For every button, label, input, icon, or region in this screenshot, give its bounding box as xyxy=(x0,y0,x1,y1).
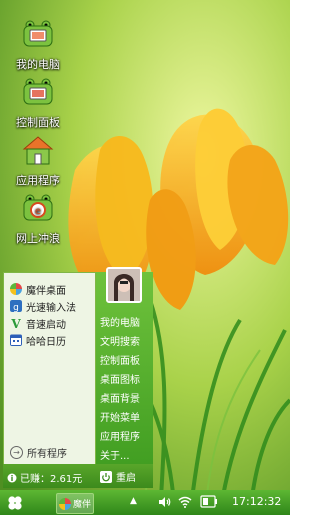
svg-text:g: g xyxy=(13,303,19,312)
svg-text:e: e xyxy=(35,206,41,217)
power-icon xyxy=(100,470,112,483)
menu-item-desktop-background[interactable]: 桌面背景 xyxy=(100,390,140,405)
start-menu-app-label: 哈哈日历 xyxy=(26,336,66,348)
start-menu-app-label: 光速输入法 xyxy=(26,302,76,314)
svg-text:V: V xyxy=(10,317,21,329)
start-menu-app-label: 音速启动 xyxy=(26,319,66,331)
frog-browser-icon: e xyxy=(23,194,53,221)
wifi-icon[interactable] xyxy=(178,496,192,508)
start-menu-app-item[interactable]: 哈哈日历 xyxy=(10,332,66,348)
start-menu-app-pane: 魔伴桌面 g 光速输入法 V 音速启动 哈哈日历 → 所有程序 xyxy=(3,272,96,488)
restart-button[interactable]: 重启 xyxy=(100,469,136,484)
menu-item-start-menu[interactable]: 开始菜单 xyxy=(100,409,140,424)
frog-house-icon xyxy=(22,136,54,165)
taskbar-app-label: 魔伴 xyxy=(73,500,92,510)
menu-item-search[interactable]: 文明搜索 xyxy=(100,333,140,348)
avatar-photo-icon xyxy=(108,269,140,301)
menu-item-applications[interactable]: 应用程序 xyxy=(100,428,140,443)
taskbar-app-button[interactable]: 魔伴 xyxy=(56,493,94,514)
arrow-right-icon: → xyxy=(10,446,23,459)
earnings-status: 已赚：2.61元 xyxy=(7,470,82,485)
desktop-icon-label: 网上冲浪 xyxy=(16,232,60,245)
start-clover-icon[interactable] xyxy=(7,495,23,511)
pinwheel-icon xyxy=(10,283,22,295)
desktop-icon-web-surfing[interactable]: e 网上冲浪 xyxy=(8,194,68,246)
desktop-icon-label: 控制面板 xyxy=(16,116,60,129)
calendar-icon xyxy=(10,334,22,346)
menu-item-desktop-icons[interactable]: 桌面图标 xyxy=(100,371,140,386)
menu-item-about[interactable]: 关于... xyxy=(100,447,130,462)
desktop-icon-applications[interactable]: 应用程序 xyxy=(8,136,68,188)
desktop-icon-label: 应用程序 xyxy=(16,174,60,187)
all-programs-label: 所有程序 xyxy=(27,449,67,460)
volume-icon[interactable] xyxy=(158,496,172,508)
input-method-icon: g xyxy=(10,300,22,312)
frog-control-panel-icon xyxy=(23,78,53,105)
info-icon xyxy=(7,473,17,482)
restart-label: 重启 xyxy=(116,473,136,484)
user-avatar[interactable] xyxy=(106,267,142,303)
pinwheel-icon xyxy=(59,497,71,510)
all-programs-button[interactable]: → 所有程序 xyxy=(10,445,67,460)
desktop-icon-control-panel[interactable]: 控制面板 xyxy=(8,78,68,130)
menu-item-control-panel[interactable]: 控制面板 xyxy=(100,352,140,367)
desktop-icon-my-computer[interactable]: 我的电脑 xyxy=(8,20,68,72)
start-menu-app-item[interactable]: 魔伴桌面 xyxy=(10,281,66,297)
start-menu: 魔伴桌面 g 光速输入法 V 音速启动 哈哈日历 → 所有程序 我的电脑 文明搜… xyxy=(3,267,153,488)
start-menu-app-item[interactable]: V 音速启动 xyxy=(10,315,66,331)
tray-expand-icon[interactable]: ▲ xyxy=(130,496,137,506)
battery-icon[interactable] xyxy=(200,495,218,508)
launcher-icon: V xyxy=(10,317,21,329)
desktop-icon-label: 我的电脑 xyxy=(16,58,60,71)
start-menu-footer: 已赚：2.61元 重启 xyxy=(3,464,153,488)
frog-monitor-icon xyxy=(23,20,53,47)
clock[interactable]: 17:12:32 xyxy=(232,495,281,508)
menu-item-my-computer[interactable]: 我的电脑 xyxy=(100,314,140,329)
earnings-label: 已赚：2.61元 xyxy=(20,474,83,485)
start-menu-app-label: 魔伴桌面 xyxy=(26,285,66,297)
taskbar: 魔伴 ▲ 17:12:32 xyxy=(0,490,290,515)
start-menu-app-item[interactable]: g 光速输入法 xyxy=(10,298,76,314)
